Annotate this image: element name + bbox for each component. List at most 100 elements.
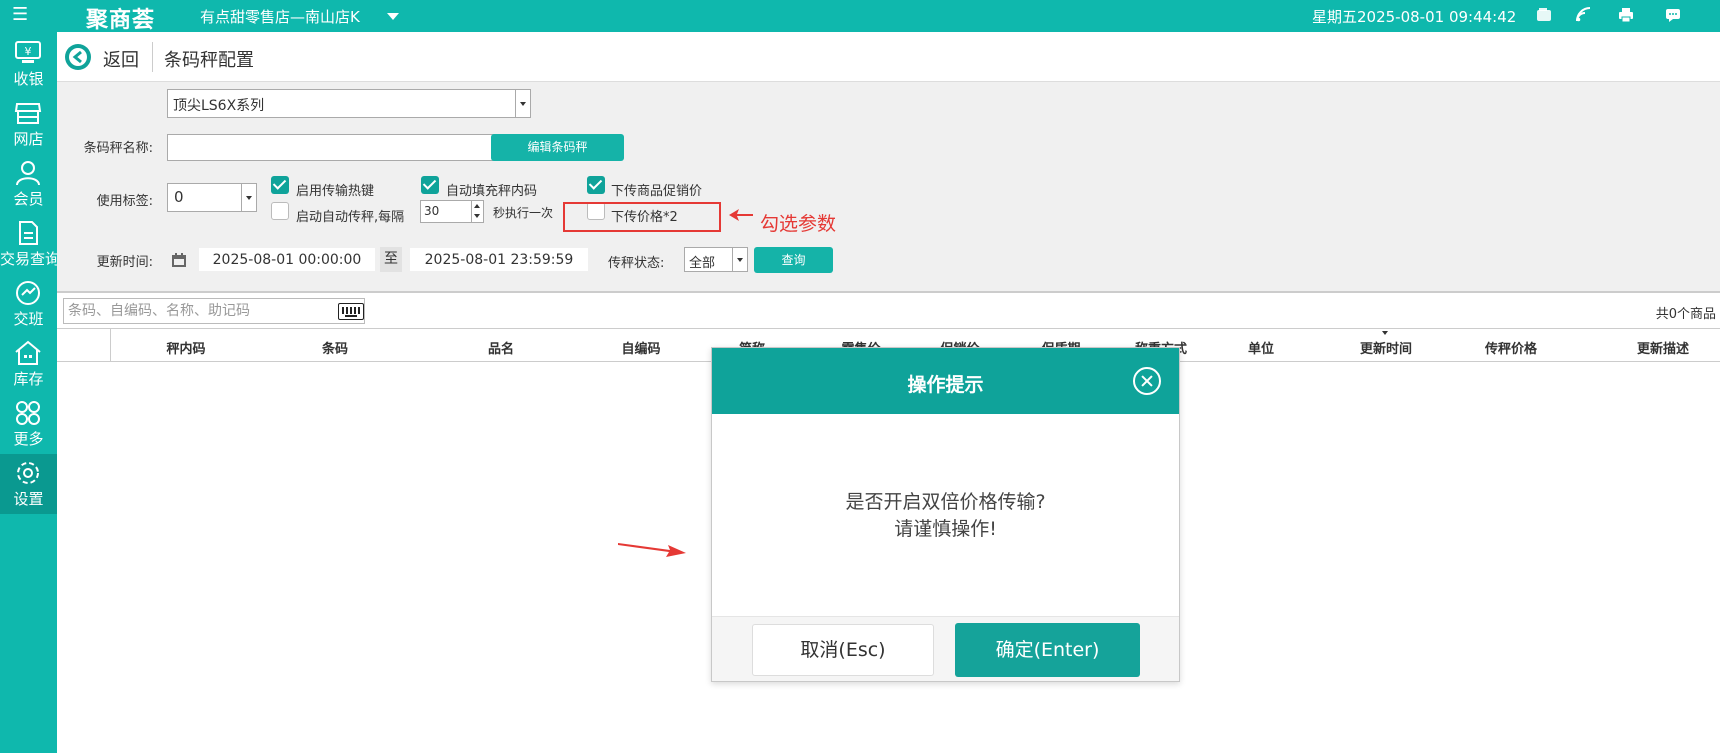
config-form: 品牌: 顶尖LS6X系列 条码秤名称: 编辑条码秤 使用标签: 0 启用传输热键… [57, 82, 1720, 293]
column-header[interactable]: 品名 [488, 338, 514, 357]
interval-stepper[interactable]: 30 [420, 200, 484, 223]
update-time-label: 更新时间: [96, 255, 153, 270]
column-header[interactable]: 单位 [1248, 338, 1274, 357]
close-icon[interactable] [1133, 367, 1161, 395]
dialog-title: 操作提示 [907, 374, 984, 396]
tag-select[interactable]: 0 [167, 183, 257, 212]
column-header[interactable]: 条码 [322, 338, 348, 357]
chevron-down-icon[interactable] [732, 248, 747, 271]
sidebar-item-label: 会员 [13, 190, 44, 208]
sidebar-item-label: 收银 [13, 70, 44, 88]
edit-scale-button[interactable]: 编辑条码秤 [491, 134, 624, 161]
brand-value: 顶尖LS6X系列 [173, 98, 265, 114]
sidebar-item-store[interactable]: 网店 [0, 94, 57, 154]
dialog-message: 是否开启双倍价格传输? [845, 491, 1046, 513]
select-column[interactable] [57, 329, 111, 361]
to-label: 至 [380, 247, 402, 272]
wifi-icon[interactable] [1576, 7, 1592, 23]
printer-icon[interactable] [1618, 7, 1634, 23]
sidebar-item-transactions[interactable]: 交易查询 [0, 214, 61, 274]
column-header[interactable]: 更新描述 [1637, 338, 1689, 357]
annotation-text: 勾选参数 [760, 213, 837, 235]
back-button[interactable]: 返回 [103, 46, 139, 72]
message-icon[interactable] [1665, 7, 1681, 23]
sidebar-item-member[interactable]: 会员 [0, 154, 57, 214]
end-time-input[interactable]: 2025-08-01 23:59:59 [409, 247, 589, 272]
dialog-warning: 请谨慎操作! [894, 518, 997, 540]
inventory-icon [15, 340, 41, 365]
promo-price-checkbox[interactable] [587, 176, 605, 194]
status-value: 全部 [689, 256, 716, 271]
chevron-down-icon[interactable] [515, 90, 530, 117]
sidebar-item-label: 网店 [13, 130, 44, 148]
query-button[interactable]: 查询 [754, 247, 833, 273]
auto-transfer-checkbox[interactable] [271, 202, 289, 220]
back-arrow-icon[interactable] [65, 44, 91, 70]
sidebar-item-inventory[interactable]: 库存 [0, 334, 57, 394]
datetime: 星期五2025-08-01 09:44:42 [1312, 8, 1517, 26]
sidebar-item-settings[interactable]: 设置 [0, 454, 57, 514]
search-box[interactable] [63, 298, 365, 324]
item-count: 共0个商品 [1655, 307, 1716, 322]
highlight-box [563, 202, 721, 232]
member-icon [16, 161, 40, 186]
sidebar-item-label: 设置 [13, 490, 44, 508]
store-icon [14, 103, 42, 124]
calendar-icon[interactable] [171, 252, 187, 268]
search-row: 共0个商品 [57, 295, 1720, 327]
gear-icon [17, 462, 39, 484]
cancel-button[interactable]: 取消(Esc) [752, 624, 934, 676]
status-select[interactable]: 全部 [684, 247, 748, 272]
sidebar-item-cashier[interactable]: ¥ 收银 [0, 34, 57, 94]
confirm-dialog: 操作提示 是否开启双倍价格传输? 请谨慎操作! 取消(Esc) 确定(Enter… [711, 347, 1180, 682]
more-icon [16, 401, 40, 425]
annotation-arrow-icon [618, 543, 686, 557]
tag-label: 使用标签: [96, 194, 153, 209]
interval-value: 30 [424, 204, 440, 218]
sidebar-item-more[interactable]: 更多 [0, 394, 57, 454]
scale-name-label: 条码秤名称: [83, 141, 153, 156]
chevron-down-icon[interactable] [241, 184, 256, 211]
spin-arrows-icon[interactable] [471, 201, 483, 222]
column-header[interactable]: 传秤价格 [1485, 338, 1537, 357]
start-time-input[interactable]: 2025-08-01 00:00:00 [198, 247, 376, 272]
brand-select[interactable]: 顶尖LS6X系列 [167, 89, 531, 118]
sidebar-item-shift[interactable]: 交班 [0, 274, 57, 334]
column-header[interactable]: 秤内码 [166, 338, 205, 357]
status-label: 传秤状态: [608, 256, 665, 271]
tag-value: 0 [174, 188, 184, 206]
autofill-checkbox-label: 自动填充秤内码 [446, 184, 538, 199]
sort-icon[interactable] [1382, 331, 1388, 335]
autofill-checkbox[interactable] [421, 176, 439, 194]
sidebar-item-label: 交班 [13, 310, 44, 328]
chevron-down-icon[interactable] [387, 13, 399, 20]
svg-text:¥: ¥ [25, 45, 32, 58]
sidebar-item-label: 交易查询 [0, 250, 61, 268]
hotkey-checkbox-label: 启用传输热键 [296, 184, 375, 199]
dialog-header: 操作提示 [712, 348, 1179, 414]
sidebar-item-label: 更多 [13, 430, 44, 448]
sidebar-item-label: 库存 [13, 370, 44, 388]
document-icon [19, 221, 38, 245]
column-header[interactable]: 更新时间 [1360, 338, 1412, 357]
dialog-footer: 取消(Esc) 确定(Enter) [712, 616, 1179, 681]
confirm-button[interactable]: 确定(Enter) [955, 623, 1140, 677]
top-bar: ☰ 聚商荟 有点甜零售店—南山店K 星期五2025-08-01 09:44:42 [0, 0, 1720, 33]
app-logo: 聚商荟 [86, 8, 156, 33]
end-time-value: 2025-08-01 23:59:59 [424, 252, 574, 268]
shift-icon [16, 281, 40, 305]
sidebar: ¥ 收银 网店 会员 交易查询 交班 库存 更多 设置 [0, 32, 61, 753]
store-name[interactable]: 有点甜零售店—南山店K [200, 6, 360, 27]
promo-price-checkbox-label: 下传商品促销价 [611, 184, 703, 199]
hotkey-checkbox[interactable] [271, 176, 289, 194]
wallet-icon[interactable] [1536, 7, 1552, 23]
menu-icon[interactable]: ☰ [12, 4, 28, 25]
interval-suffix: 秒执行一次 [493, 206, 554, 220]
auto-transfer-checkbox-label: 启动自动传秤,每隔 [296, 210, 405, 225]
start-time-value: 2025-08-01 00:00:00 [212, 252, 362, 268]
page-title: 条码秤配置 [164, 50, 254, 71]
keyboard-icon[interactable] [338, 303, 364, 320]
search-input[interactable] [68, 301, 278, 321]
scale-name-input[interactable] [167, 134, 529, 161]
column-header[interactable]: 自编码 [621, 338, 660, 357]
